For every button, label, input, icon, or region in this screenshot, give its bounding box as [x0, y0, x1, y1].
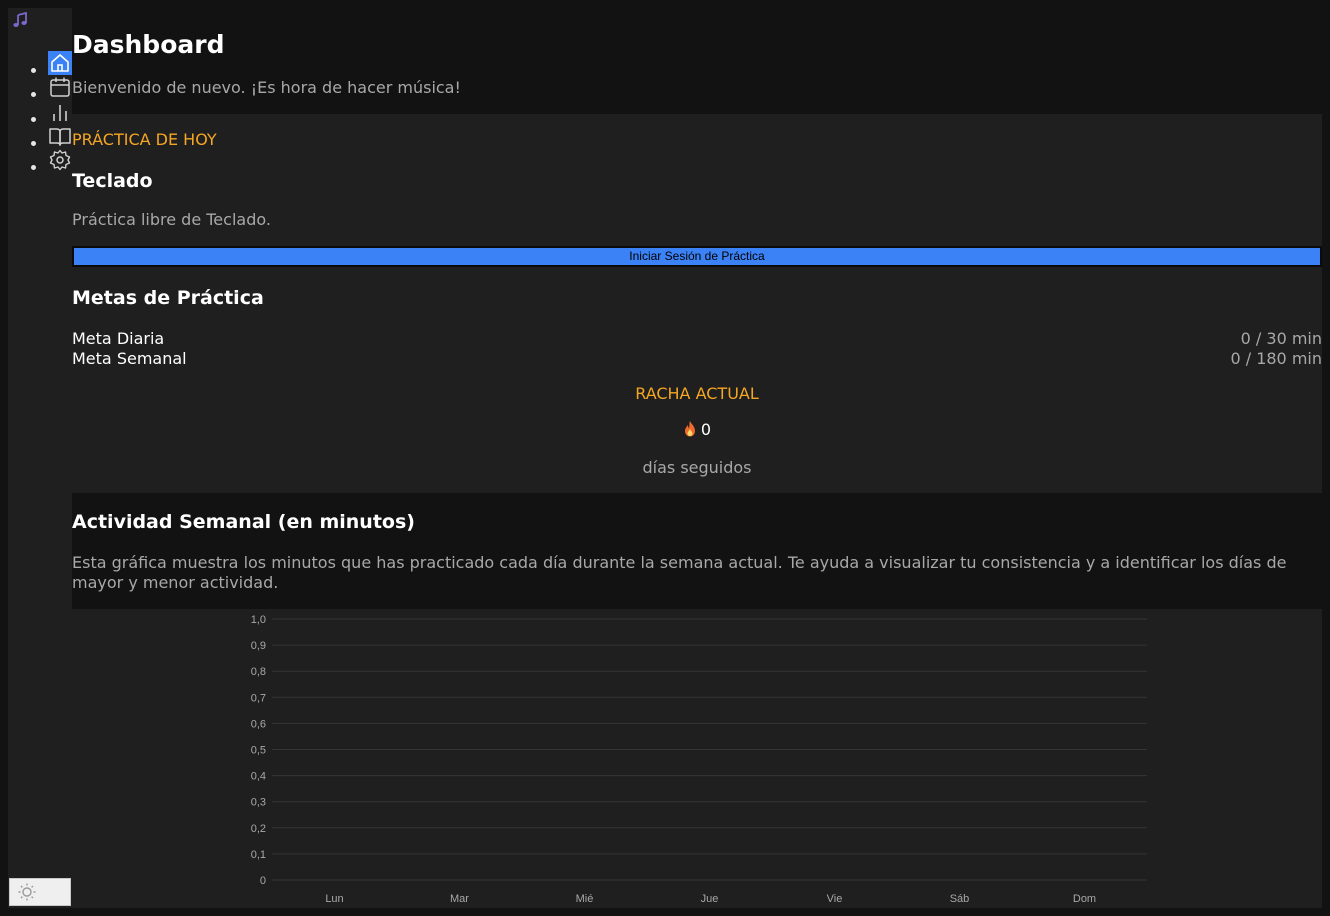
today-practice-card: PRÁCTICA DE HOY Teclado Práctica libre d…: [72, 114, 1322, 493]
y-tick-label: 1,0: [251, 614, 266, 626]
x-tick-label: Jue: [701, 893, 719, 905]
y-tick-label: 0,9: [251, 640, 266, 652]
page-title: Dashboard: [72, 30, 225, 59]
sidebar-item-home: [8, 51, 72, 75]
instrument-title: Teclado: [72, 170, 153, 192]
goals-title: Metas de Práctica: [72, 287, 264, 309]
sidebar-nav: [8, 51, 72, 172]
streak-kicker: RACHA ACTUAL: [635, 384, 759, 403]
x-tick-label: Sáb: [950, 893, 970, 905]
weekly-activity-chart: 0 0,1 0,2 0,3 0,4 0,5 0,6 0,7 0,8 0,9 1,0 Lun Mar Mié…: [72, 609, 1322, 908]
chart-canvas: 0 0,1 0,2 0,3 0,4 0,5 0,6 0,7 0,8 0,9 1,0 Lun Mar Mié…: [251, 614, 1147, 905]
fire-icon: [683, 420, 697, 441]
y-tick-label: 0,1: [251, 849, 266, 861]
x-tick-label: Vie: [827, 893, 843, 905]
activity-title: Actividad Semanal (en minutos): [72, 511, 415, 533]
sidebar: [8, 8, 72, 908]
nav-library-button[interactable]: [48, 124, 72, 148]
page-subtitle: Bienvenido de nuevo. ¡Es hora de hacer m…: [72, 78, 461, 97]
sidebar-item-library: [8, 124, 72, 148]
home-icon: [51, 54, 69, 72]
y-tick-label: 0,8: [251, 666, 266, 678]
book-icon: [49, 128, 71, 146]
daily-goal-row: Meta Diaria 0 / 30 min: [72, 329, 1322, 349]
music-note-icon: [12, 11, 28, 28]
activity-description: Esta gráfica muestra los minutos que has…: [72, 553, 1287, 592]
y-tick-label: 0,6: [251, 718, 266, 730]
nav-stats-button[interactable]: [48, 100, 72, 124]
today-kicker: PRÁCTICA DE HOY: [72, 130, 217, 149]
streak-count-row: 0: [72, 420, 1322, 441]
daily-goal-label: Meta Diaria: [72, 329, 165, 348]
x-tick-label: Lun: [325, 893, 343, 905]
sidebar-item-stats: [8, 100, 72, 124]
y-tick-label: 0,5: [251, 745, 266, 757]
x-tick-label: Mié: [576, 893, 594, 905]
weekly-goal-value: 0 / 180 min: [1230, 349, 1322, 368]
nav-settings-button[interactable]: [48, 148, 72, 172]
daily-goal-value: 0 / 30 min: [1240, 329, 1322, 348]
sidebar-item-settings: [8, 148, 72, 172]
start-session-button[interactable]: Iniciar Sesión de Práctica: [72, 246, 1322, 267]
y-tick-label: 0,3: [251, 797, 266, 809]
y-tick-label: 0,2: [251, 823, 266, 835]
streak-label: días seguidos: [642, 458, 752, 477]
nav-calendar-button[interactable]: [48, 75, 72, 99]
theme-toggle-button[interactable]: [9, 878, 71, 906]
calendar-icon: [50, 77, 70, 98]
sidebar-item-calendar: [8, 75, 72, 99]
x-tick-label: Dom: [1073, 893, 1096, 905]
y-tick-label: 0: [260, 875, 266, 887]
weekly-goal-label: Meta Semanal: [72, 349, 187, 368]
gear-icon: [49, 149, 71, 171]
instrument-description: Práctica libre de Teclado.: [72, 210, 271, 229]
nav-home-button[interactable]: [48, 51, 72, 75]
y-tick-label: 0,4: [251, 771, 266, 783]
bar-chart-icon: [53, 104, 67, 121]
weekly-goal-row: Meta Semanal 0 / 180 min: [72, 349, 1322, 369]
streak-value: 0: [700, 420, 712, 439]
sun-icon: [18, 883, 36, 901]
x-tick-label: Mar: [450, 893, 469, 905]
y-tick-label: 0,7: [251, 692, 266, 704]
